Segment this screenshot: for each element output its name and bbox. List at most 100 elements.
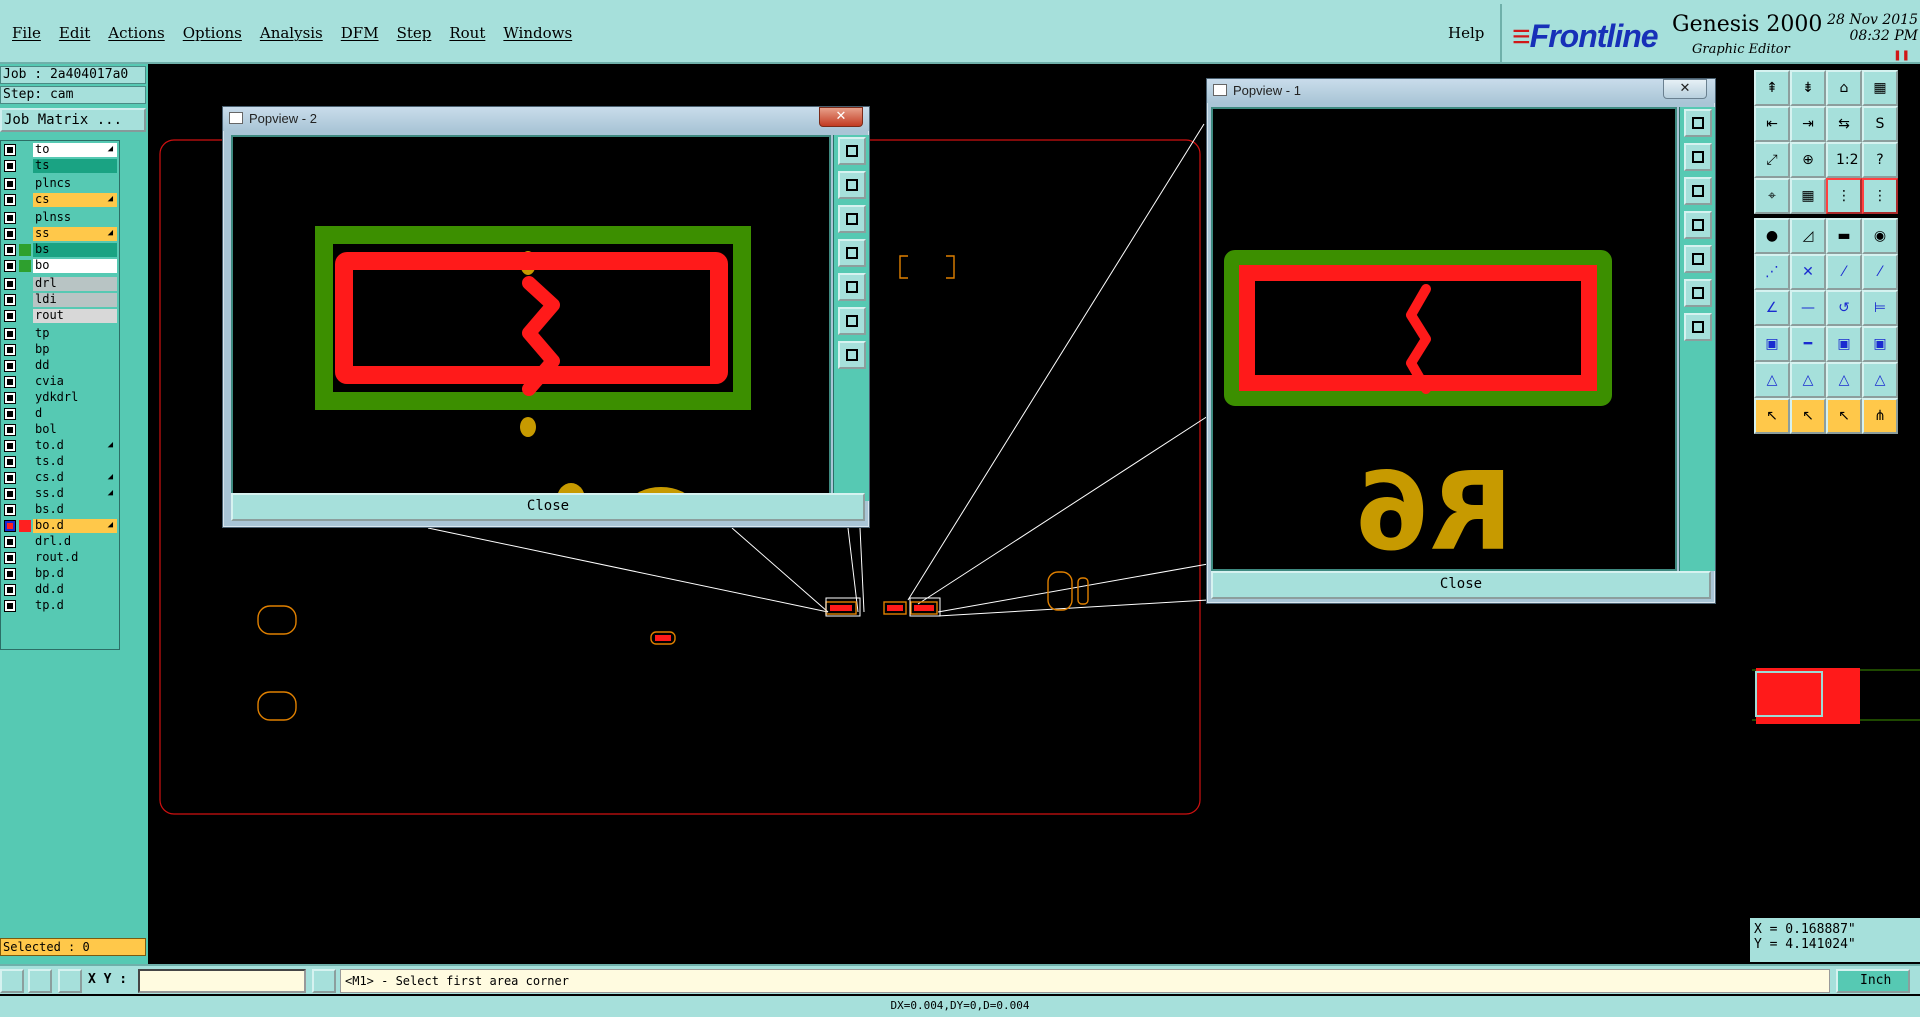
zoom-fit-icon[interactable] <box>1684 279 1712 307</box>
grid-icon[interactable]: ▦ <box>1790 178 1826 214</box>
layer-checkbox[interactable] <box>4 472 16 484</box>
layer-checkbox[interactable] <box>4 328 16 340</box>
menu-file[interactable]: File <box>4 24 49 42</box>
swap-icon[interactable]: ⇆ <box>1826 106 1862 142</box>
layer-checkbox[interactable] <box>4 244 16 256</box>
layer-checkbox[interactable] <box>4 520 16 532</box>
line-angle-icon[interactable]: ◿ <box>1790 218 1826 254</box>
layer-row[interactable]: plncs <box>1 177 119 191</box>
layer-name[interactable]: tp.d <box>33 599 117 613</box>
window-popview-icon[interactable] <box>1684 109 1712 137</box>
layer-name[interactable]: bs.d <box>33 503 117 517</box>
zoom-out-icon[interactable] <box>1684 177 1712 205</box>
pause-icon[interactable]: ❚❚ <box>1893 50 1910 61</box>
triangle-icon[interactable]: △ <box>1754 362 1790 398</box>
square-dot-icon[interactable]: ▣ <box>1754 326 1790 362</box>
ruler-icon[interactable]: ▬ <box>1826 218 1862 254</box>
pan-right-icon[interactable] <box>1684 211 1712 239</box>
layer-row[interactable]: dd.d <box>1 583 119 597</box>
layer-name[interactable]: bo.d ◢ <box>33 519 117 533</box>
close-icon[interactable]: ✕ <box>1663 79 1707 99</box>
layer-checkbox[interactable] <box>4 344 16 356</box>
zoom-home-icon[interactable] <box>1684 313 1712 341</box>
home-icon[interactable]: ⌂ <box>1826 70 1862 106</box>
layer-row[interactable]: ts.d <box>1 455 119 469</box>
layer-row[interactable]: plnss <box>1 211 119 225</box>
pan-left-icon[interactable] <box>838 273 866 301</box>
layer-name[interactable]: ss ◢ <box>33 227 117 241</box>
arc-point-icon[interactable]: ⁄ <box>1826 254 1862 290</box>
layer-row[interactable]: ldi <box>1 293 119 307</box>
help-icon[interactable]: ? <box>1862 142 1898 178</box>
popview-2-titlebar[interactable]: Popview - 2 <box>223 107 869 131</box>
layer-down-icon[interactable]: ⇟ <box>1790 70 1826 106</box>
layer-name[interactable]: plncs <box>33 177 117 191</box>
measure-icon[interactable]: ⌖ <box>1754 178 1790 214</box>
layer-name[interactable]: bo <box>33 259 117 273</box>
layer-checkbox[interactable] <box>4 144 16 156</box>
arc-alt-icon[interactable]: ⁄ <box>1862 254 1898 290</box>
menu-help[interactable]: Help <box>1448 24 1484 42</box>
layer-row[interactable]: bol <box>1 423 119 437</box>
layer-row[interactable]: tp.d <box>1 599 119 613</box>
menu-edit[interactable]: Edit <box>51 24 98 42</box>
layer-name[interactable]: ts <box>33 159 117 173</box>
layer-checkbox[interactable] <box>4 424 16 436</box>
prev-icon[interactable]: ⇤ <box>1754 106 1790 142</box>
layer-name[interactable]: bp.d <box>33 567 117 581</box>
pan-left-icon[interactable] <box>1684 245 1712 273</box>
layer-row[interactable]: bo.d ◢ <box>1 519 119 533</box>
layer-row[interactable]: drl.d <box>1 535 119 549</box>
layer-name[interactable]: dd.d <box>33 583 117 597</box>
layer-name[interactable]: rout.d <box>33 551 117 565</box>
layer-checkbox[interactable] <box>4 228 16 240</box>
layer-row[interactable]: d <box>1 407 119 421</box>
frame-icon[interactable]: ▣ <box>1826 326 1862 362</box>
layer-name[interactable]: to ◢ <box>33 143 117 157</box>
snap-mode-icon[interactable] <box>0 969 24 993</box>
layer-row[interactable]: drl <box>1 277 119 291</box>
layer-checkbox[interactable] <box>4 536 16 548</box>
layer-name[interactable]: to.d ◢ <box>33 439 117 453</box>
layer-name[interactable]: ydkdrl <box>33 391 117 405</box>
pad-icon[interactable]: ● <box>1754 218 1790 254</box>
layer-checkbox[interactable] <box>4 310 16 322</box>
layer-checkbox[interactable] <box>4 294 16 306</box>
select-arrow-icon[interactable]: ↖ <box>1754 398 1790 434</box>
rotate-icon[interactable]: ↺ <box>1826 290 1862 326</box>
layer-name[interactable]: cs ◢ <box>33 193 117 207</box>
scale-icon[interactable]: 1:2 <box>1826 142 1862 178</box>
layer-name[interactable]: bol <box>33 423 117 437</box>
connect-icon[interactable]: ⋰ <box>1754 254 1790 290</box>
info-icon[interactable] <box>312 969 336 993</box>
triangle-alt-icon[interactable]: △ <box>1790 362 1826 398</box>
layer-color-swatch[interactable] <box>19 260 31 272</box>
layer-name[interactable]: tp <box>33 327 117 341</box>
layer-row[interactable]: rout <box>1 309 119 323</box>
layer-name[interactable]: bp <box>33 343 117 357</box>
zoom-fit-icon[interactable] <box>838 307 866 335</box>
layer-row[interactable]: bs.d <box>1 503 119 517</box>
zoom-in-icon[interactable] <box>838 171 866 199</box>
layer-color-swatch[interactable] <box>19 520 31 532</box>
xy-input[interactable] <box>138 969 306 993</box>
popview-1-view[interactable]: R6 <box>1211 107 1677 575</box>
zoom-fit-icon[interactable]: ⤢ <box>1754 142 1790 178</box>
layer-row[interactable]: to.d ◢ <box>1 439 119 453</box>
units-select[interactable]: Inch <box>1836 969 1910 993</box>
layer-row[interactable]: ss ◢ <box>1 227 119 241</box>
layer-row[interactable]: cs ◢ <box>1 193 119 207</box>
layer-name[interactable]: plnss <box>33 211 117 225</box>
layer-checkbox[interactable] <box>4 408 16 420</box>
layer-row[interactable]: cvia <box>1 375 119 389</box>
zoom-out-icon[interactable] <box>838 205 866 233</box>
grid-mode-icon[interactable] <box>58 969 82 993</box>
snap-alt-icon[interactable]: ⋮ <box>1862 178 1898 214</box>
popview-1-close-button[interactable]: Close <box>1211 571 1711 599</box>
layer-row[interactable]: rout.d <box>1 551 119 565</box>
slash-icon[interactable]: — <box>1790 290 1826 326</box>
popview-2-close-button[interactable]: Close <box>231 493 865 521</box>
popview-2-view[interactable] <box>231 135 831 519</box>
layer-name[interactable]: ldi <box>33 293 117 307</box>
layer-row[interactable]: ss.d ◢ <box>1 487 119 501</box>
